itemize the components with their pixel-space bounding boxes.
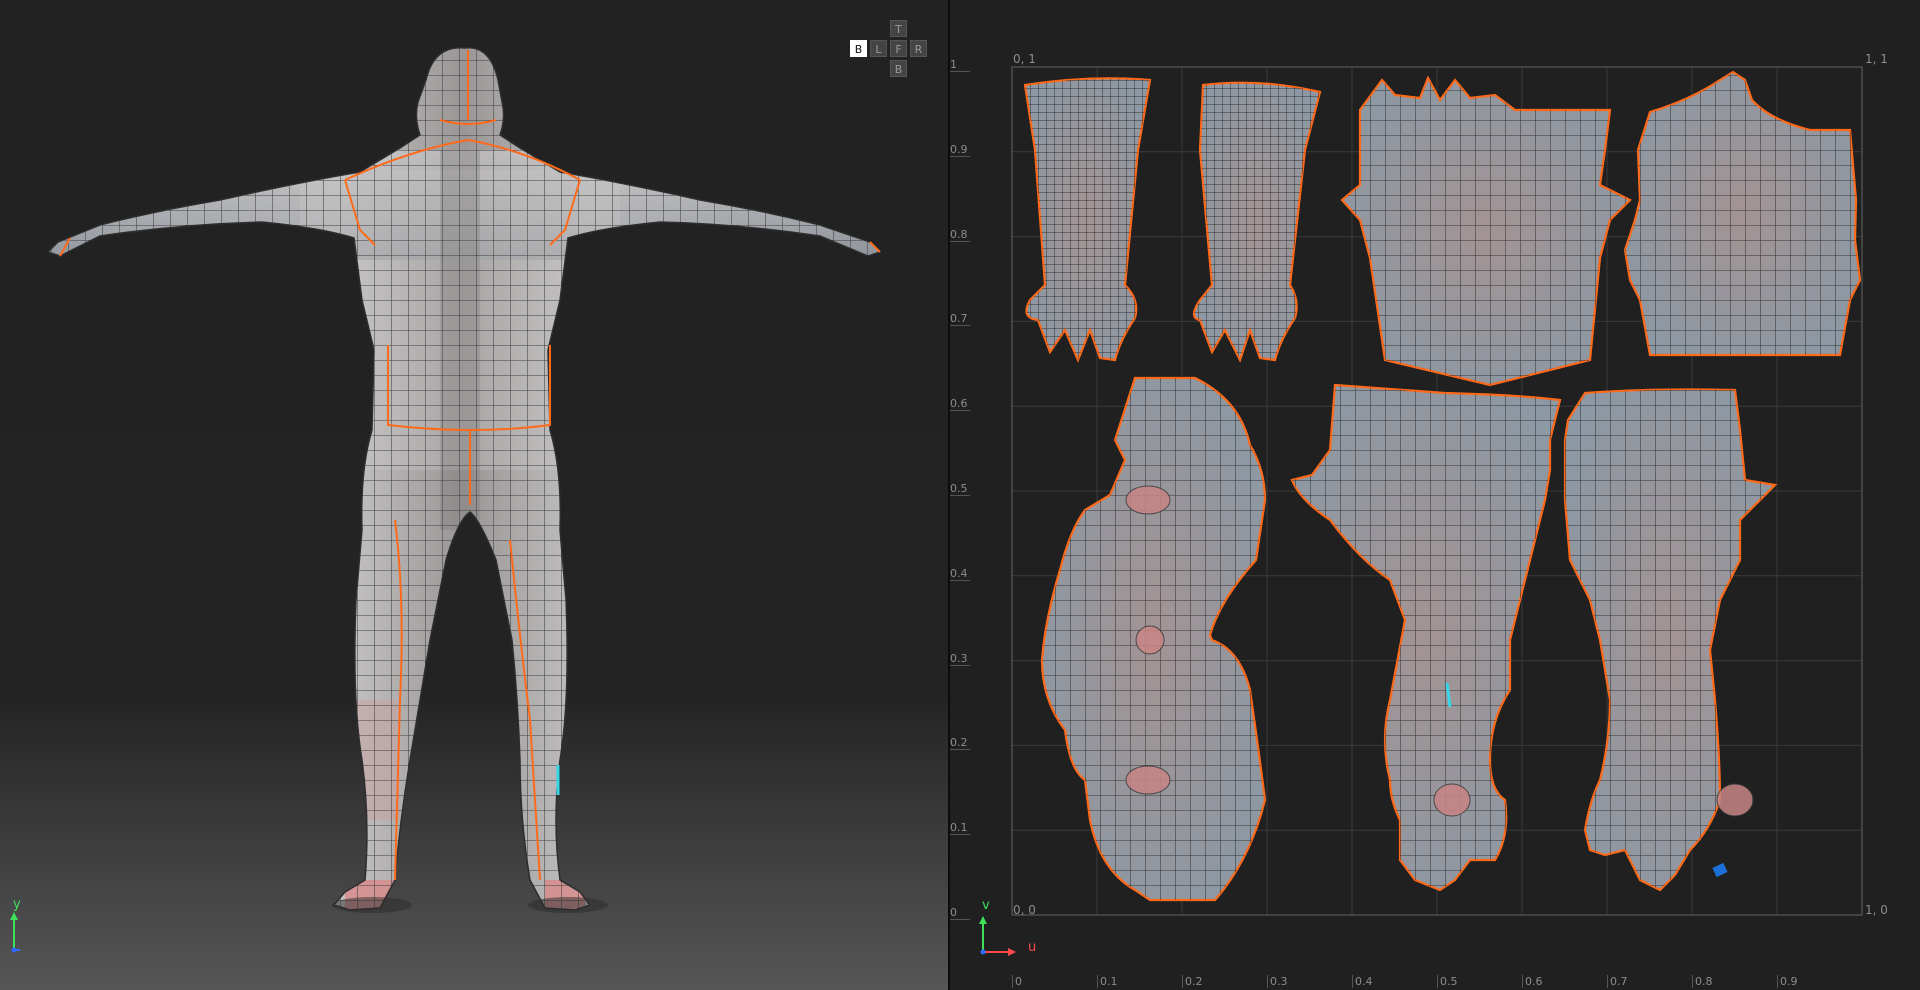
uv-v-tick-label: 0.6 — [950, 397, 970, 412]
uv-axis-gizmo — [979, 916, 1016, 956]
uv-u-tick-label: 0.1 — [1097, 975, 1118, 988]
uv-v-tick-label: 0.5 — [950, 482, 970, 496]
uv-editor[interactable]: 1 0.9 0.8 0.7 0.6 0.5 0.4 0.3 0.2 0.1 0 0 0.1 0.2 0.3… — [950, 0, 1920, 990]
uv-u-tick-label: 0 — [1012, 975, 1022, 988]
uv-u-tick-label: 0.5 — [1437, 975, 1458, 988]
uv-u-tick-label: 0.9 — [1777, 975, 1798, 988]
view-left-button[interactable]: L — [870, 40, 887, 57]
selected-face — [1712, 862, 1728, 878]
uv-v-tick-label: 0.7 — [950, 312, 970, 327]
uv-axis-v-label: v — [982, 898, 990, 913]
uv-v-tick-label: 0.8 — [950, 228, 970, 242]
uv-v-tick-label: 0.3 — [950, 652, 970, 666]
character-mesh[interactable] — [0, 0, 948, 990]
viewport-3d[interactable]: y T B L F R B — [0, 0, 948, 990]
axis-y-label: y — [13, 897, 21, 912]
uv-v-tick-label: 0.4 — [950, 567, 970, 581]
uv-u-tick-label: 0.3 — [1267, 975, 1288, 988]
uv-corner-top-left: 0, 1 — [1013, 52, 1036, 66]
uv-corner-bottom-right: 1, 0 — [1865, 903, 1888, 917]
uv-u-tick-label: 0.4 — [1352, 975, 1373, 988]
uv-u-tick-label: 0.8 — [1692, 975, 1713, 988]
view-top-button[interactable]: T — [890, 20, 907, 37]
uv-corner-bottom-left: 0, 0 — [1013, 903, 1036, 917]
uv-u-tick-label: 0.2 — [1182, 975, 1203, 988]
uv-v-tick-label: 0.2 — [950, 736, 970, 751]
view-bottom-button[interactable]: B — [890, 60, 907, 77]
view-cube[interactable]: T B L F R B — [850, 20, 930, 80]
view-front-button[interactable]: F — [890, 40, 907, 57]
uv-v-tick-label: 0 — [950, 906, 970, 920]
uv-v-tick-label: 1 — [950, 58, 970, 72]
uv-axis-u-label: u — [1028, 940, 1037, 955]
view-back-button[interactable]: B — [850, 40, 867, 57]
uv-u-tick-label: 0.7 — [1607, 975, 1628, 988]
uv-v-tick-label: 0.1 — [950, 821, 970, 836]
uv-u-tick-label: 0.6 — [1522, 975, 1543, 988]
uv-v-tick-label: 0.9 — [950, 143, 970, 157]
view-right-button[interactable]: R — [910, 40, 927, 57]
axis-gizmo-3d — [10, 912, 20, 953]
uv-canvas[interactable] — [950, 0, 1920, 990]
uv-corner-top-right: 1, 1 — [1865, 52, 1888, 66]
